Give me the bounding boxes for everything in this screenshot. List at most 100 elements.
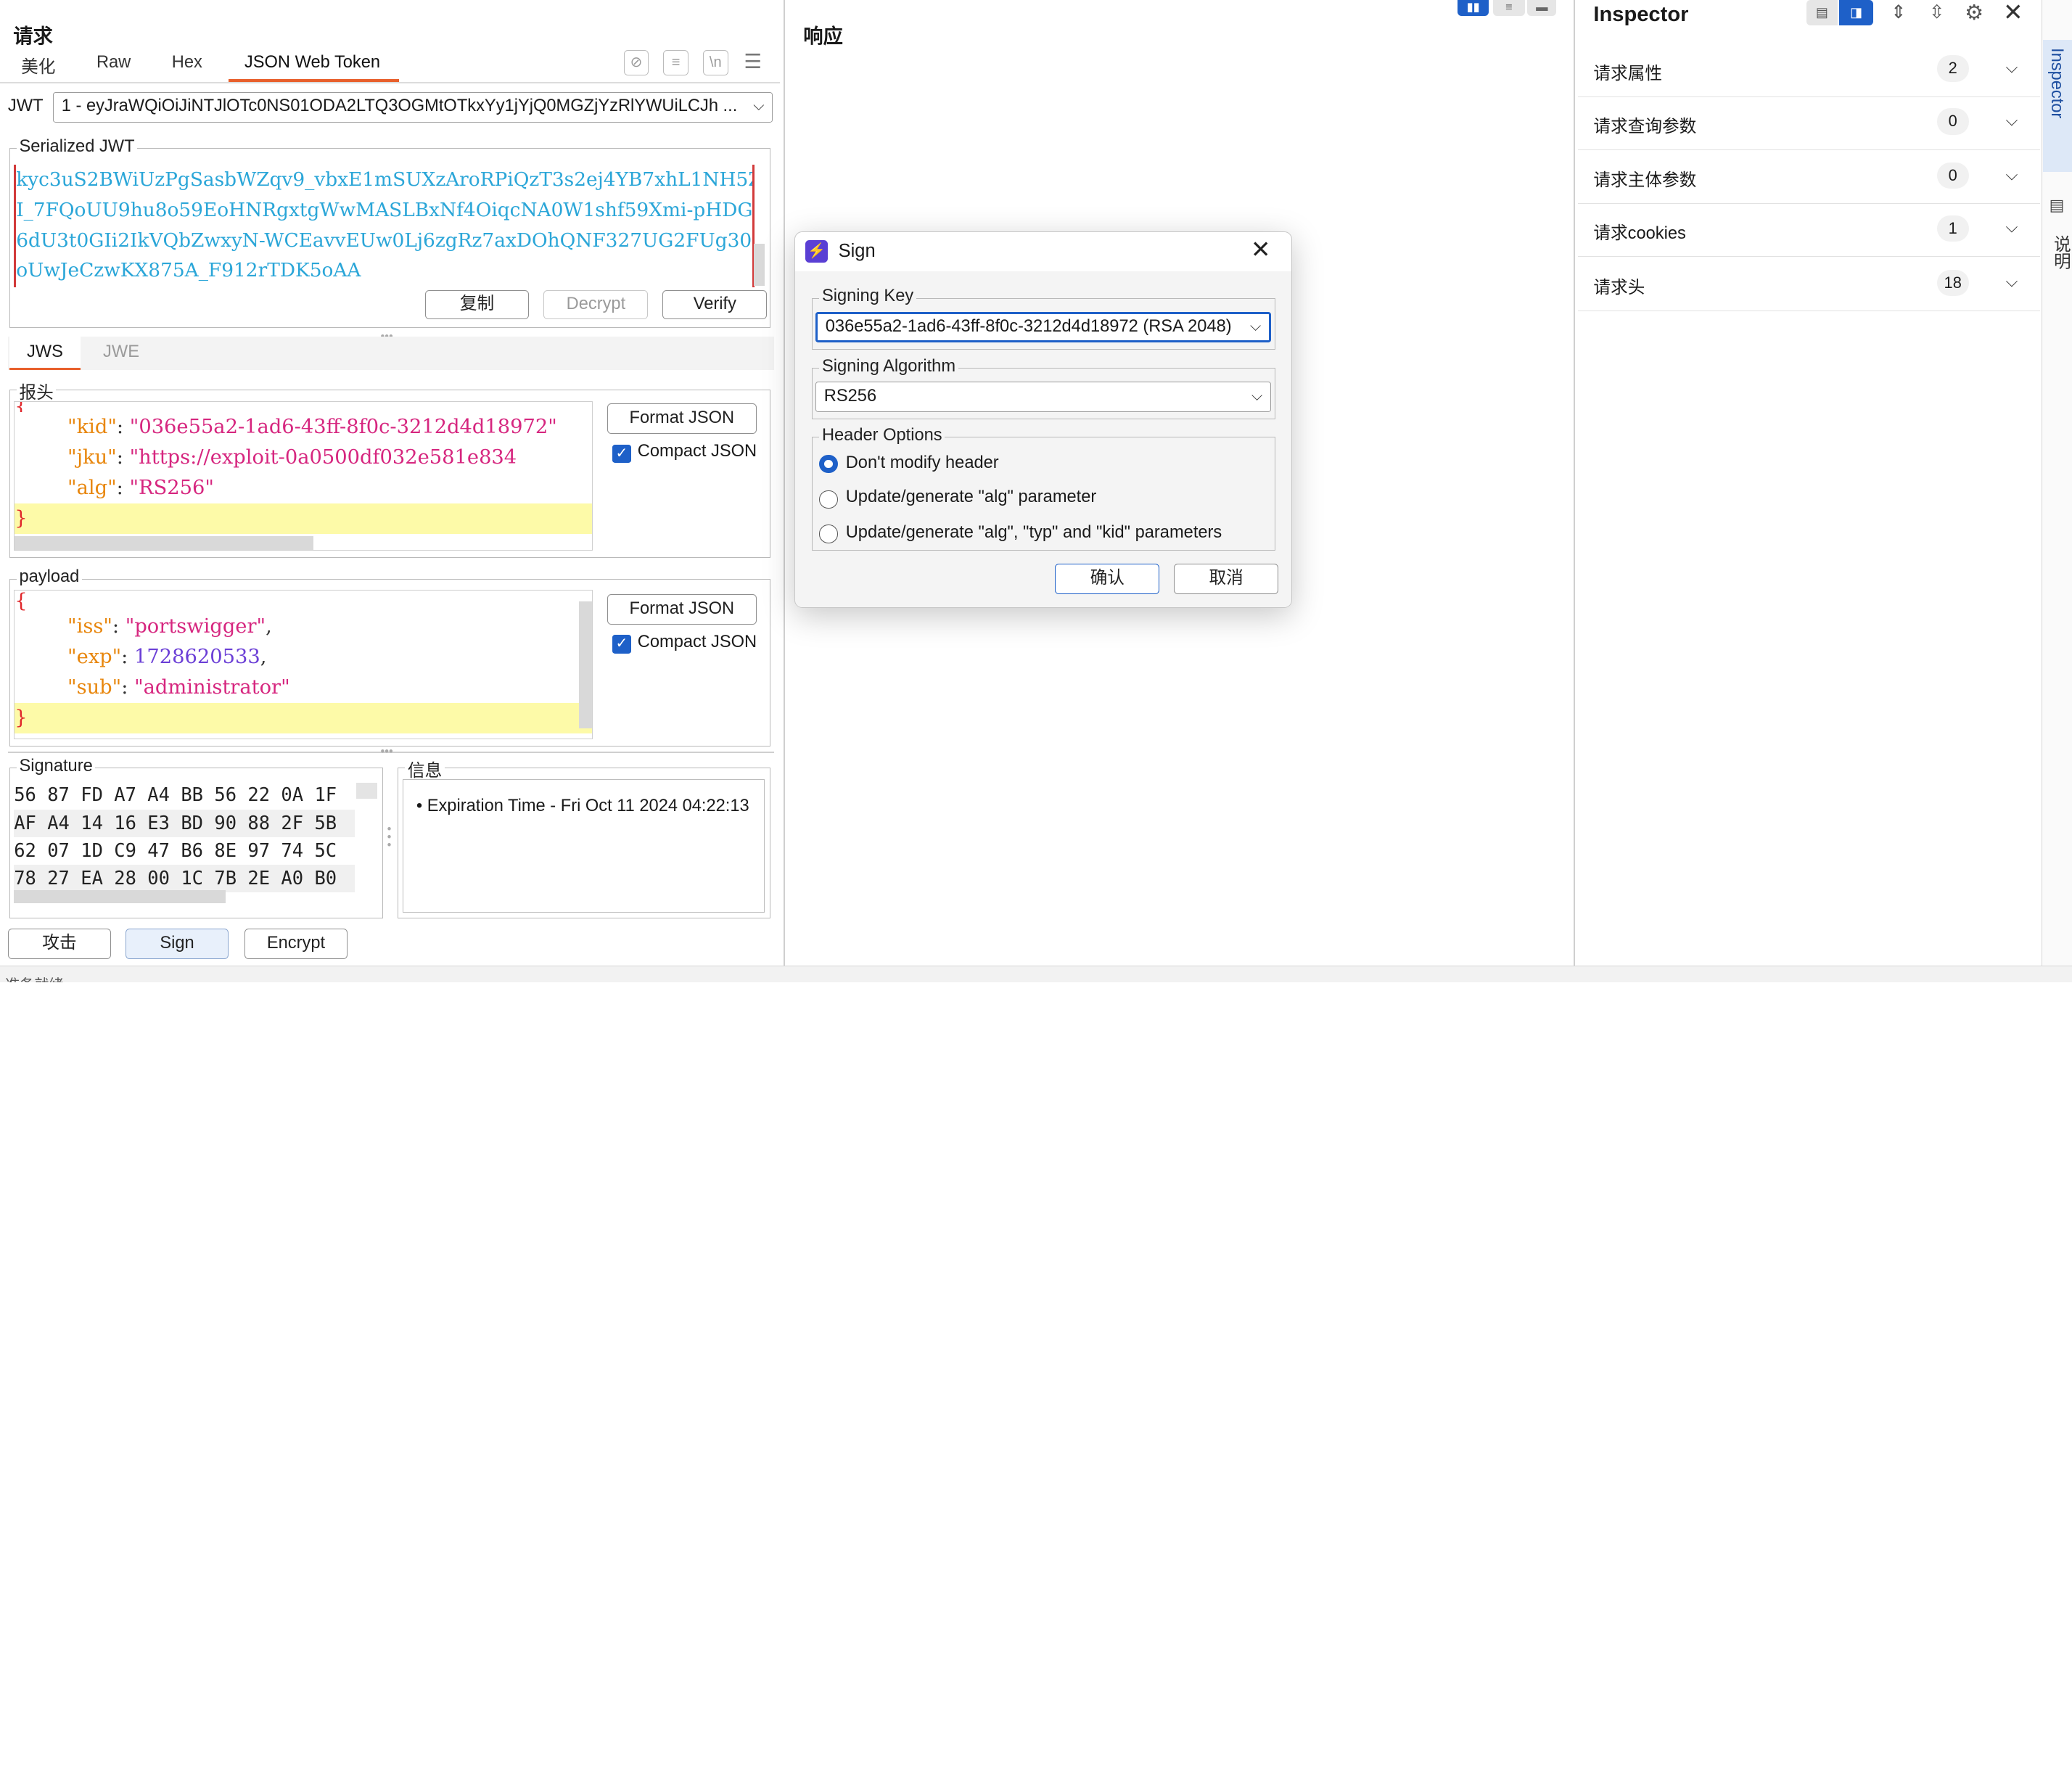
splitter-handle[interactable]: ••• <box>381 745 393 759</box>
count-badge: 1 <box>1936 215 1969 242</box>
json-line: "jku": "https://exploit-0a0500df032e581e… <box>67 446 517 469</box>
format-json-button[interactable]: Format JSON <box>607 403 757 435</box>
signing-key-select[interactable]: 036e55a2-1ad6-43ff-8f0c-3212d4d18972 (RS… <box>815 311 1272 342</box>
payload-json-editor[interactable]: { "iss": "portswigger", "exp": 172862053… <box>14 590 593 740</box>
collapse-all-icon[interactable]: ⇳ <box>1929 1 1944 23</box>
side-tab-inspector[interactable]: Inspector <box>2042 39 2072 172</box>
count-badge: 0 <box>1936 108 1969 135</box>
inspector-row-request-attributes[interactable]: 请求属性 2 ⌵ <box>1577 44 2040 97</box>
gear-icon[interactable]: ⚙ <box>1965 0 1983 25</box>
jwt-select[interactable]: 1 - eyJraWQiOiJiNTJlOTc0NS01ODA2LTQ3OGMt… <box>52 92 773 123</box>
response-title: 响应 <box>803 25 843 48</box>
horizontal-scrollbar[interactable] <box>14 889 226 903</box>
chevron-down-icon: ⌵ <box>2005 58 2018 77</box>
inspector-row-query-params[interactable]: 请求查询参数 0 ⌵ <box>1577 96 2040 150</box>
jwt-line: 6dU3t0GIi2IkVQbZwxyN-WCEavvEUw0Lj6zgRz7a… <box>16 229 752 252</box>
tab-raw[interactable]: Raw <box>96 53 131 73</box>
inspector-row-label: 请求头 <box>1593 278 1645 297</box>
jwt-line: kyc3uS2BWiUzPgSasbWZqv9_vbxE1mSUXzAroRPi… <box>16 168 752 191</box>
sign-button[interactable]: Sign <box>126 929 229 960</box>
json-brace-close: } <box>15 702 592 733</box>
decrypt-button[interactable]: Decrypt <box>543 289 649 319</box>
splitter-handle[interactable]: ••• <box>387 823 392 851</box>
header-options-legend: Header Options <box>819 425 945 445</box>
wrap-icon[interactable]: ≡ <box>663 50 689 75</box>
signature-hex-view[interactable]: 56 87 FD A7 A4 BB 56 22 0A 1F AF A4 14 1… <box>14 781 355 895</box>
newline-icon[interactable]: \n <box>702 50 728 75</box>
inspector-layout-icon[interactable]: ▤ <box>1806 0 1838 25</box>
side-tab-notes[interactable]: 说明 <box>2048 235 2072 269</box>
inspector-row-headers[interactable]: 请求头 18 ⌵ <box>1577 258 2040 311</box>
menu-icon[interactable]: ☰ <box>744 50 761 73</box>
scrollbar[interactable] <box>578 601 592 728</box>
tabs-divider <box>0 81 780 83</box>
notes-icon[interactable]: ▤ <box>2050 196 2065 215</box>
status-text: 准备就绪 <box>5 973 63 982</box>
layout-rows-icon[interactable]: ≡ <box>1492 0 1525 16</box>
request-title: 请求 <box>13 25 53 48</box>
option-label: Update/generate "alg" parameter <box>845 488 1097 507</box>
signing-key-value: 036e55a2-1ad6-43ff-8f0c-3212d4d18972 (RS… <box>825 316 1232 336</box>
jwt-select-value: 1 - eyJraWQiOiJiNTJlOTc0NS01ODA2LTQ3OGMt… <box>61 96 738 116</box>
jwt-line: I_7FQoUU9hu8o59EoHNRgxtgWwMASLBxNf4OiqcN… <box>16 198 752 221</box>
expand-all-icon[interactable]: ⇕ <box>1891 1 1906 23</box>
close-icon[interactable]: ✕ <box>1251 236 1270 263</box>
jwt-label: JWT <box>7 96 44 115</box>
layout-single-icon[interactable]: ▬ <box>1527 0 1557 16</box>
compact-json-checkbox[interactable]: ✓ <box>612 444 631 464</box>
count-badge: 0 <box>1936 163 1969 189</box>
tab-pretty[interactable]: 美化 <box>21 53 55 78</box>
serialized-jwt-textarea[interactable]: kyc3uS2BWiUzPgSasbWZqv9_vbxE1mSUXzAroRPi… <box>14 164 755 288</box>
app-logo-icon: ⚡ <box>805 239 829 263</box>
radio-update-alg[interactable] <box>819 490 838 509</box>
signing-algorithm-group: Signing Algorithm RS256 ⌵ <box>812 356 1276 420</box>
expiration-text: Expiration Time - Fri Oct 11 2024 04:22:… <box>427 797 749 816</box>
cancel-button[interactable]: 取消 <box>1174 563 1279 594</box>
signing-key-legend: Signing Key <box>819 287 916 307</box>
scrollbar[interactable] <box>754 244 765 287</box>
copy-button[interactable]: 复制 <box>424 289 530 319</box>
encrypt-button[interactable]: Encrypt <box>244 929 348 960</box>
header-legend: 报头 <box>16 378 57 403</box>
json-brace-open: { <box>15 402 592 413</box>
signing-algorithm-select[interactable]: RS256 ⌵ <box>815 382 1272 413</box>
serialized-jwt-group: Serialized JWT kyc3uS2BWiUzPgSasbWZqv9_v… <box>9 136 770 328</box>
scrollbar[interactable] <box>355 783 377 799</box>
inspector-row-cookies[interactable]: 请求cookies 1 ⌵ <box>1577 203 2040 258</box>
hide-icon[interactable]: ⊘ <box>623 50 649 75</box>
horizontal-scrollbar[interactable] <box>15 536 313 550</box>
tab-jws[interactable]: JWS <box>9 337 81 370</box>
format-json-button[interactable]: Format JSON <box>607 593 757 625</box>
layout-split-icon[interactable]: ▮▮ <box>1457 0 1489 16</box>
info-item: • Expiration Time - Fri Oct 11 2024 04:2… <box>416 797 749 816</box>
inspector-row-body-params[interactable]: 请求主体参数 0 ⌵ <box>1577 151 2040 205</box>
verify-button[interactable]: Verify <box>662 289 768 319</box>
confirm-button[interactable]: 确认 <box>1055 563 1160 594</box>
panel-divider[interactable] <box>1574 0 1575 966</box>
compact-json-label: Compact JSON <box>637 442 757 461</box>
inspector-row-label: 请求主体参数 <box>1593 171 1697 191</box>
compact-json-checkbox[interactable]: ✓ <box>612 635 631 654</box>
tab-hex[interactable]: Hex <box>172 53 202 73</box>
tab-json-web-token[interactable]: JSON Web Token <box>229 53 399 82</box>
tab-jwe[interactable]: JWE <box>103 342 139 362</box>
signature-legend: Signature <box>16 756 96 776</box>
close-icon[interactable]: ✕ <box>2003 0 2023 26</box>
chevron-down-icon: ⌵ <box>2005 272 2018 291</box>
side-tab-label: Inspector <box>2047 47 2067 118</box>
info-box: • Expiration Time - Fri Oct 11 2024 04:2… <box>402 778 765 913</box>
radio-update-alg-typ-kid[interactable] <box>819 525 838 543</box>
inspector-row-label: 请求cookies <box>1593 224 1686 244</box>
inspector-row-label: 请求属性 <box>1593 64 1662 83</box>
signing-algorithm-legend: Signing Algorithm <box>819 356 958 377</box>
dialog-title: Sign <box>838 241 876 262</box>
panel-divider[interactable] <box>783 0 785 966</box>
option-label: Don't modify header <box>845 453 999 472</box>
header-json-editor[interactable]: { "kid": "036e55a2-1ad6-43ff-8f0c-3212d4… <box>14 400 593 551</box>
option-label: Update/generate "alg", "typ" and "kid" p… <box>845 523 1222 543</box>
attack-button[interactable]: 攻击 <box>7 929 111 960</box>
jwt-line: oUwJeCzwKX875A_F912rTDK5oAA <box>16 259 361 282</box>
inspector-layout-active-icon[interactable]: ◨ <box>1839 0 1874 25</box>
radio-dont-modify[interactable] <box>819 454 838 474</box>
signing-algorithm-value: RS256 <box>823 387 877 406</box>
